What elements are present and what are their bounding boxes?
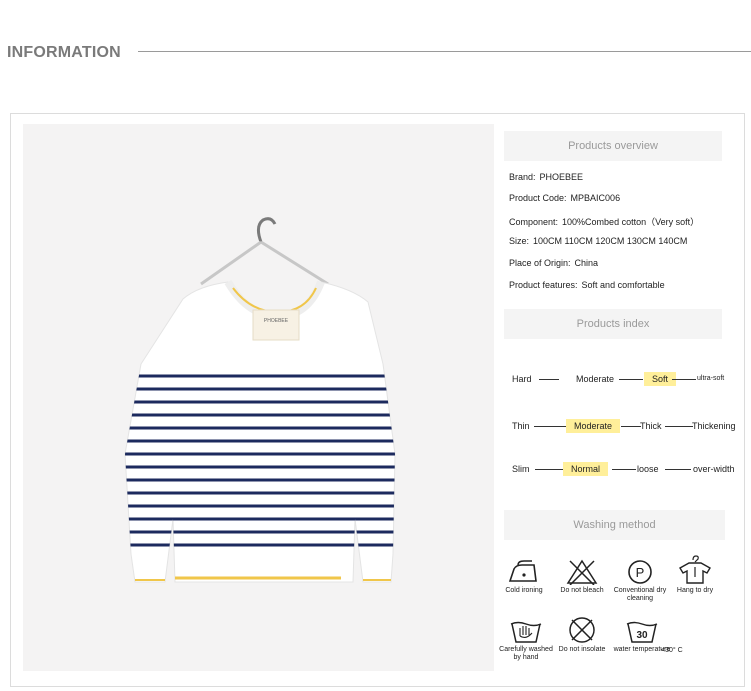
sweater-illustration: PHOEBEE: [124, 217, 396, 583]
wash-label: Do not insolate: [558, 646, 606, 653]
scale-softness: Hard Moderate Soft ultra-soft: [504, 372, 749, 386]
wash-item-cold-ironing: Cold ironing: [494, 559, 554, 595]
page-title: INFORMATION: [7, 44, 121, 61]
scale-item-selected: Normal: [563, 462, 609, 476]
overview-row-origin: Place of Origin: China: [509, 258, 599, 268]
scale-connector: [539, 379, 559, 380]
wash-label: Do not bleach: [560, 587, 604, 594]
hand-wash-icon: [510, 621, 542, 643]
scale-thickness: Thin Moderate Thick Thickening: [504, 419, 749, 433]
iron-icon: [508, 560, 537, 582]
header-divider: [138, 51, 751, 52]
scale-connector: [665, 469, 691, 470]
no-tumble-dry-icon: [569, 617, 595, 643]
scale-item: Moderate: [576, 374, 615, 384]
wash-item-hand-wash: Carefully washed by hand: [496, 616, 556, 662]
overview-row-size: Size: 100CM 110CM 120CM 130CM 140CM: [509, 236, 688, 246]
hanger-arms: [200, 240, 329, 286]
scale-item: Thickening: [692, 421, 736, 431]
scale-item: ultra-soft: [697, 375, 725, 382]
hang-dry-icon: [679, 555, 711, 584]
svg-text:P: P: [636, 565, 645, 580]
overview-row-brand: Brand: PHOEBEE: [509, 172, 584, 182]
scale-connector: [621, 426, 641, 427]
wash-item-dry-cleaning: P Conventional dry cleaning: [610, 559, 670, 603]
scale-connector: [535, 469, 563, 470]
scale-connector: [665, 426, 693, 427]
product-photo: PHOEBEE: [23, 124, 494, 671]
wash-item-do-not-insolate: Do not insolate: [552, 616, 612, 654]
index-title: Products index: [504, 309, 722, 339]
wash-label: Carefully washed by hand: [499, 646, 553, 661]
wash-item-hang-dry: Hang to dry: [665, 555, 725, 595]
scale-item-selected: Moderate: [566, 419, 621, 433]
scale-item: loose: [637, 464, 659, 474]
wash-temp-value: 30: [636, 630, 648, 641]
wash-label: Hang to dry: [676, 587, 714, 594]
wash-temp-extra: <30° C: [661, 647, 683, 654]
overview-row-features: Product features: Soft and comfortable: [509, 280, 665, 290]
scale-connector: [534, 426, 568, 427]
hanger-hook: [256, 217, 277, 243]
scale-connector: [612, 469, 636, 470]
overview-title: Products overview: [504, 131, 722, 161]
washing-title: Washing method: [504, 510, 725, 540]
scale-connector: [672, 379, 696, 380]
brand-label-text: PHOEBEE: [264, 318, 289, 324]
scale-item: Thin: [512, 421, 530, 431]
scale-item: Slim: [512, 464, 530, 474]
overview-row-product-code: Product Code: MPBAIC006: [509, 193, 621, 203]
wash-item-no-bleach: Do not bleach: [552, 559, 612, 595]
dry-clean-p-icon: P: [628, 560, 652, 584]
scale-item: over-width: [693, 464, 735, 474]
overview-row-component: Component: 100%Combed cotton（Very soft）: [509, 217, 700, 227]
no-bleach-icon: [566, 559, 598, 585]
scale-connector: [619, 379, 643, 380]
scale-item: Hard: [512, 374, 532, 384]
section-header: INFORMATION: [7, 44, 751, 64]
wash-label: Cold ironing: [505, 587, 543, 594]
scale-item: Thick: [640, 421, 662, 431]
scale-fit: Slim Normal loose over-width: [504, 462, 749, 476]
wash-30-icon: 30: [626, 621, 658, 643]
wash-label: Conventional dry cleaning: [613, 587, 667, 602]
